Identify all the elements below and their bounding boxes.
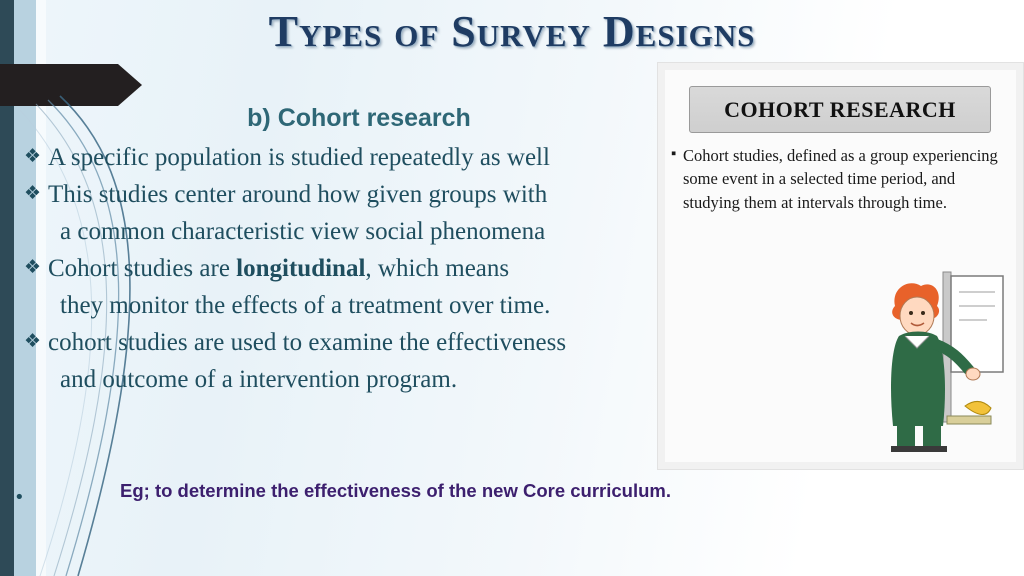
example-text: Eg; to determine the effectiveness of th… xyxy=(120,480,672,501)
bullet-marker-icon: ❖ xyxy=(24,145,42,167)
bullet-text-5: they monitor the effects of a treatment … xyxy=(60,292,551,319)
bullet-line-3: a common characteristic view social phen… xyxy=(14,219,674,244)
bullet-text-4a: Cohort studies are xyxy=(48,255,237,282)
bullet-marker-icon: ❖ xyxy=(24,330,42,352)
bullet-text-3: a common characteristic view social phen… xyxy=(60,218,546,245)
bullet-marker-icon: ❖ xyxy=(24,182,42,204)
bullet-line-5: they monitor the effects of a treatment … xyxy=(14,293,674,318)
slide: Types of Survey Designs COHORT RESEARCH … xyxy=(0,0,1024,576)
black-arrow-point xyxy=(118,64,142,106)
page-title: Types of Survey Designs xyxy=(268,7,756,56)
bullet-line-2: ❖ This studies center around how given g… xyxy=(14,182,674,207)
bullet-text-7: and outcome of a intervention program. xyxy=(60,366,458,393)
bullet-text-4b: , which means xyxy=(365,255,510,282)
bullet-text-2: This studies center around how given gro… xyxy=(48,181,548,208)
cartoon-illustration xyxy=(891,271,1004,452)
slide-body: b) Cohort research ❖ A specific populati… xyxy=(14,104,674,404)
bullet-line-4: ❖ Cohort studies are longitudinal, which… xyxy=(14,256,674,281)
black-arrow-banner xyxy=(0,64,118,106)
cohort-research-image-card: COHORT RESEARCH ▪ Cohort studies, define… xyxy=(657,62,1024,470)
bullet-line-7: and outcome of a intervention program. xyxy=(14,367,674,392)
example-bullet-icon: • xyxy=(14,487,25,508)
bullet-text-6: cohort studies are used to examine the e… xyxy=(48,329,567,356)
image-card-body-text: Cohort studies, defined as a group exper… xyxy=(683,146,998,212)
bullet-marker-icon: ❖ xyxy=(24,256,42,278)
bullet-text-4-bold: longitudinal xyxy=(236,255,366,282)
image-card-header: COHORT RESEARCH xyxy=(689,86,991,133)
bullet-text-1: A specific population is studied repeate… xyxy=(48,144,550,171)
bullet-line-6: ❖ cohort studies are used to examine the… xyxy=(14,330,674,355)
subheading: b) Cohort research xyxy=(247,104,471,132)
bullet-line-1: ❖ A specific population is studied repea… xyxy=(14,145,674,170)
image-card-inner: COHORT RESEARCH ▪ Cohort studies, define… xyxy=(665,70,1016,462)
